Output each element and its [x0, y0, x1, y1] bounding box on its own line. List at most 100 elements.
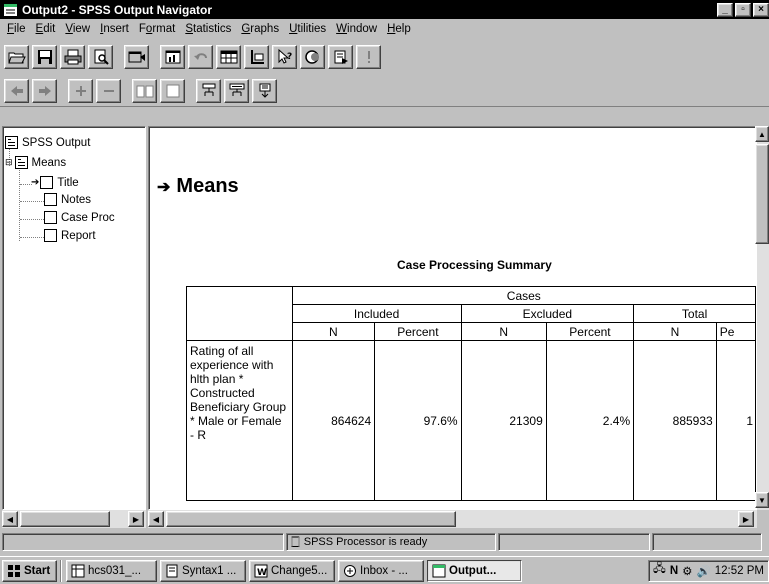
horizontal-scroll-thumb[interactable]: [166, 511, 456, 527]
menu-format[interactable]: Format: [134, 23, 180, 35]
start-button[interactable]: Start: [2, 559, 57, 582]
current-item-arrow-icon: ➔: [31, 177, 40, 188]
menu-insert[interactable]: Insert: [95, 23, 134, 35]
header-n: N: [291, 322, 376, 341]
menu-graphs[interactable]: Graphs: [236, 23, 284, 35]
close-button[interactable]: ×: [753, 2, 769, 17]
open-icon[interactable]: [4, 45, 29, 69]
undo-icon[interactable]: [188, 45, 213, 69]
table-doc-icon: [44, 211, 57, 224]
outline-item-spss-output[interactable]: SPSS Output: [5, 136, 90, 149]
outline-horizontal-scrollbar[interactable]: ◀ ▶: [2, 510, 146, 528]
outline-label: Title: [57, 176, 79, 189]
promote-icon[interactable]: [4, 78, 29, 103]
insert-heading-icon[interactable]: [196, 78, 221, 103]
insert-title-icon[interactable]: [224, 78, 249, 103]
outline-pane[interactable]: SPSS Output ⊟ Means ➔ Title Notes Case P…: [2, 126, 146, 510]
menu-statistics[interactable]: Statistics: [180, 23, 236, 35]
spss-output-icon: [432, 564, 446, 577]
scroll-left-icon[interactable]: ◀: [148, 511, 164, 527]
outline-item-report[interactable]: Report: [44, 229, 96, 242]
book-icon: [14, 156, 28, 169]
scroll-left-icon[interactable]: ◀: [2, 511, 18, 527]
n-app-icon[interactable]: N: [670, 565, 678, 577]
table-corner-cell: [186, 286, 293, 341]
table-title: Case Processing Summary: [397, 258, 552, 272]
run-icon[interactable]: [356, 45, 381, 69]
use-sets-icon[interactable]: [300, 45, 325, 69]
total-n: 885933: [633, 340, 717, 501]
print-preview-icon[interactable]: [88, 45, 113, 69]
task-label: Output...: [449, 564, 497, 577]
hide-icon[interactable]: [160, 78, 185, 103]
print-icon[interactable]: [60, 45, 85, 69]
spss-app-icon: [4, 3, 17, 16]
outline-label: Case Proc: [61, 211, 115, 224]
help-cursor-icon[interactable]: ?: [272, 45, 297, 69]
system-tray: 🖧 N ⚙ 🔊 12:52 PM: [647, 559, 769, 582]
goto-data-icon[interactable]: [216, 45, 241, 69]
menu-file[interactable]: File: [2, 23, 31, 35]
collapse-toggle-icon[interactable]: ⊟: [5, 157, 13, 168]
status-panel-3: [652, 533, 762, 551]
inbox-icon: [344, 564, 356, 577]
show-icon[interactable]: [132, 78, 157, 103]
goto-chart-icon[interactable]: [160, 45, 185, 69]
header-included: Included: [291, 304, 462, 323]
vertical-scrollbar[interactable]: ▲ ▼: [755, 126, 769, 510]
horizontal-scroll-thumb[interactable]: [20, 511, 110, 527]
task-change5[interactable]: W Change5...: [249, 559, 335, 582]
ime-icon[interactable]: ⚙: [682, 564, 692, 578]
insert-variable-icon[interactable]: [244, 45, 269, 69]
outline-label: SPSS Output: [22, 136, 91, 149]
clock[interactable]: 12:52 PM: [715, 565, 764, 577]
status-message: SPSS Processor is ready: [303, 536, 428, 548]
scroll-down-icon[interactable]: ▼: [755, 492, 769, 508]
windows-logo-icon: [8, 564, 20, 577]
menu-window[interactable]: Window: [331, 23, 382, 35]
outline-item-notes[interactable]: Notes: [44, 193, 91, 206]
content-horizontal-scrollbar[interactable]: ◀ ▶: [148, 510, 757, 528]
case-processing-table[interactable]: Cases Included Excluded Total N Percent …: [186, 286, 756, 501]
book-icon: [5, 136, 18, 149]
volume-icon[interactable]: 🔊: [696, 564, 710, 578]
dialog-recall-icon[interactable]: [124, 45, 149, 69]
task-hcs031[interactable]: hcs031_...: [66, 559, 157, 582]
excluded-percent: 2.4%: [545, 340, 635, 501]
scroll-right-icon[interactable]: ▶: [738, 511, 754, 527]
network-icon[interactable]: 🖧: [653, 561, 666, 580]
output-content-pane[interactable]: ➔ Means Case Processing Summary Cases In…: [148, 126, 757, 510]
notes-doc-icon: [44, 193, 57, 206]
header-total: Total: [633, 304, 756, 323]
svg-text:?: ?: [287, 52, 292, 62]
outline-item-title[interactable]: ➔ Title: [31, 176, 79, 189]
task-output[interactable]: Output...: [427, 559, 522, 582]
header-percent: Pe: [715, 322, 756, 341]
menu-help[interactable]: Help: [382, 23, 416, 35]
title-bar: Output2 - SPSS Output Navigator _ ▫ ×: [0, 0, 769, 19]
outline-item-case-processing[interactable]: Case Proc: [44, 211, 115, 224]
menu-edit[interactable]: Edit: [31, 23, 61, 35]
insert-text-icon[interactable]: [252, 78, 277, 103]
task-syntax1[interactable]: Syntax1 ...: [160, 559, 246, 582]
minimize-button[interactable]: _: [717, 2, 733, 17]
save-icon[interactable]: [32, 45, 57, 69]
outline-item-means[interactable]: ⊟ Means: [5, 156, 66, 169]
scroll-up-icon[interactable]: ▲: [755, 126, 769, 142]
menu-view[interactable]: View: [60, 23, 95, 35]
vertical-scroll-thumb[interactable]: [755, 144, 769, 244]
demote-icon[interactable]: [32, 78, 57, 103]
task-label: Change5...: [271, 564, 328, 577]
syntax-icon: [166, 564, 178, 577]
designate-window-icon[interactable]: [328, 45, 353, 69]
collapse-icon[interactable]: [96, 78, 121, 103]
scroll-right-icon[interactable]: ▶: [128, 511, 144, 527]
taskbar: Start hcs031_... Syntax1 ... W Change5..…: [0, 556, 769, 584]
maximize-button[interactable]: ▫: [735, 2, 751, 17]
expand-icon[interactable]: [68, 78, 93, 103]
outline-label: Report: [61, 229, 96, 242]
start-label: Start: [24, 564, 51, 577]
window-title: Output2 - SPSS Output Navigator: [22, 2, 213, 17]
task-inbox[interactable]: Inbox - ...: [338, 559, 424, 582]
menu-utilities[interactable]: Utilities: [284, 23, 331, 35]
